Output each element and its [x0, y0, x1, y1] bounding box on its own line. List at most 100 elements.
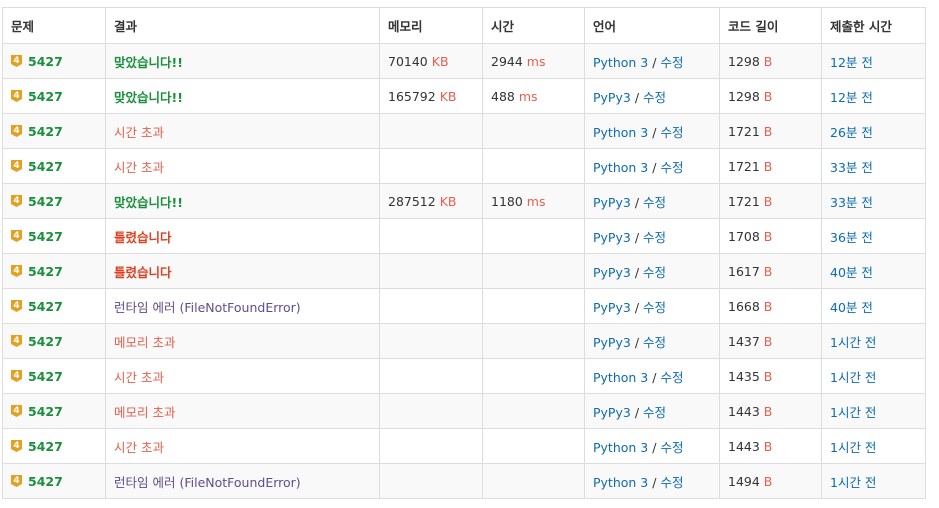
language-link[interactable]: PyPy3 — [593, 90, 631, 105]
result-cell: 메모리 초과 — [105, 323, 380, 359]
result-text: 맞았습니다!! — [114, 54, 183, 70]
language-link[interactable]: Python 3 — [593, 440, 648, 455]
language-link[interactable]: PyPy3 — [593, 265, 631, 280]
edit-link[interactable]: 수정 — [643, 265, 666, 280]
header-result: 결과 — [105, 7, 380, 44]
language-link[interactable]: Python 3 — [593, 370, 648, 385]
problem-id-link[interactable]: 5427 — [28, 299, 63, 314]
memory-cell — [379, 148, 483, 184]
edit-link[interactable]: 수정 — [643, 335, 666, 350]
edit-link[interactable]: 수정 — [660, 440, 683, 455]
language-cell: Python 3 / 수정 — [584, 148, 720, 184]
result-detail-link[interactable]: (FileNotFoundError) — [179, 475, 300, 490]
edit-link[interactable]: 수정 — [660, 125, 683, 140]
problem-cell: 4 5427 — [2, 43, 106, 79]
code-length-unit: B — [763, 53, 773, 69]
result-text: 시간 초과 — [114, 439, 164, 455]
result-cell: 시간 초과 — [105, 358, 380, 394]
code-length-cell: 1494 B — [719, 463, 822, 499]
memory-cell: 165792 KB — [379, 78, 483, 114]
problem-id-link[interactable]: 5427 — [28, 369, 63, 384]
edit-link[interactable]: 수정 — [660, 370, 683, 385]
tier-badge-icon[interactable]: 4 — [11, 55, 22, 67]
language-link[interactable]: PyPy3 — [593, 195, 631, 210]
problem-id-link[interactable]: 5427 — [28, 404, 63, 419]
memory-cell — [379, 428, 483, 464]
submitted-time-link[interactable]: 33분 전 — [830, 160, 873, 175]
submitted-time-link[interactable]: 40분 전 — [830, 300, 873, 315]
problem-id-link[interactable]: 5427 — [28, 334, 63, 349]
submitted-time-link[interactable]: 1시간 전 — [830, 370, 876, 385]
result-detail-link[interactable]: (FileNotFoundError) — [179, 300, 300, 315]
tier-badge-icon[interactable]: 4 — [11, 230, 22, 242]
tier-badge-icon[interactable]: 4 — [11, 370, 22, 382]
problem-id-link[interactable]: 5427 — [28, 89, 63, 104]
language-link[interactable]: PyPy3 — [593, 300, 631, 315]
submitted-time-link[interactable]: 40분 전 — [830, 265, 873, 280]
time-cell: 2944 ms — [482, 43, 585, 79]
tier-badge-icon[interactable]: 4 — [11, 90, 22, 102]
problem-id-link[interactable]: 5427 — [28, 194, 63, 209]
submitted-time-cell: 33분 전 — [821, 183, 926, 219]
tier-badge-icon[interactable]: 4 — [11, 405, 22, 417]
submitted-time-link[interactable]: 1시간 전 — [830, 335, 876, 350]
memory-value: 70140 — [388, 53, 428, 69]
memory-cell — [379, 113, 483, 149]
edit-link[interactable]: 수정 — [643, 300, 666, 315]
memory-cell: 287512 KB — [379, 183, 483, 219]
language-link[interactable]: PyPy3 — [593, 405, 631, 420]
edit-link[interactable]: 수정 — [660, 55, 683, 70]
language-link[interactable]: Python 3 — [593, 475, 648, 490]
language-link[interactable]: PyPy3 — [593, 335, 631, 350]
tier-badge-icon[interactable]: 4 — [11, 195, 22, 207]
language-link[interactable]: PyPy3 — [593, 230, 631, 245]
result-cell: 메모리 초과 — [105, 393, 380, 429]
memory-unit: KB — [439, 193, 457, 209]
header-problem: 문제 — [2, 7, 106, 44]
problem-id-link[interactable]: 5427 — [28, 124, 63, 139]
code-length-cell: 1298 B — [719, 78, 822, 114]
submitted-time-link[interactable]: 1시간 전 — [830, 405, 876, 420]
problem-id-link[interactable]: 5427 — [28, 474, 63, 489]
code-length-value: 1708 — [728, 228, 760, 244]
problem-id-link[interactable]: 5427 — [28, 54, 63, 69]
tier-badge-icon[interactable]: 4 — [11, 335, 22, 347]
edit-link[interactable]: 수정 — [660, 475, 683, 490]
submitted-time-cell: 40분 전 — [821, 288, 926, 324]
tier-badge-icon[interactable]: 4 — [11, 300, 22, 312]
problem-id-link[interactable]: 5427 — [28, 159, 63, 174]
submitted-time-link[interactable]: 12분 전 — [830, 90, 873, 105]
edit-link[interactable]: 수정 — [660, 160, 683, 175]
problem-id-link[interactable]: 5427 — [28, 229, 63, 244]
problem-cell: 4 5427 — [2, 148, 106, 184]
submitted-time-link[interactable]: 12분 전 — [830, 55, 873, 70]
code-length-value: 1668 — [728, 298, 760, 314]
submitted-time-link[interactable]: 26분 전 — [830, 125, 873, 140]
edit-link[interactable]: 수정 — [643, 230, 666, 245]
edit-link[interactable]: 수정 — [643, 195, 666, 210]
code-length-cell: 1708 B — [719, 218, 822, 254]
language-link[interactable]: Python 3 — [593, 160, 648, 175]
time-value: 2944 — [491, 53, 523, 69]
problem-id-link[interactable]: 5427 — [28, 439, 63, 454]
language-link[interactable]: Python 3 — [593, 55, 648, 70]
problem-cell: 4 5427 — [2, 183, 106, 219]
tier-badge-icon[interactable]: 4 — [11, 440, 22, 452]
result-cell: 틀렸습니다 — [105, 218, 380, 254]
submitted-time-link[interactable]: 36분 전 — [830, 230, 873, 245]
tier-badge-icon[interactable]: 4 — [11, 160, 22, 172]
language-cell: Python 3 / 수정 — [584, 428, 720, 464]
edit-link[interactable]: 수정 — [643, 90, 666, 105]
problem-id-link[interactable]: 5427 — [28, 264, 63, 279]
code-length-unit: B — [763, 368, 773, 384]
memory-unit: KB — [431, 53, 449, 69]
submitted-time-link[interactable]: 33분 전 — [830, 195, 873, 210]
language-link[interactable]: Python 3 — [593, 125, 648, 140]
submitted-time-link[interactable]: 1시간 전 — [830, 440, 876, 455]
language-separator: / — [634, 264, 643, 280]
edit-link[interactable]: 수정 — [643, 405, 666, 420]
submitted-time-link[interactable]: 1시간 전 — [830, 475, 876, 490]
tier-badge-icon[interactable]: 4 — [11, 265, 22, 277]
tier-badge-icon[interactable]: 4 — [11, 475, 22, 487]
tier-badge-icon[interactable]: 4 — [11, 125, 22, 137]
